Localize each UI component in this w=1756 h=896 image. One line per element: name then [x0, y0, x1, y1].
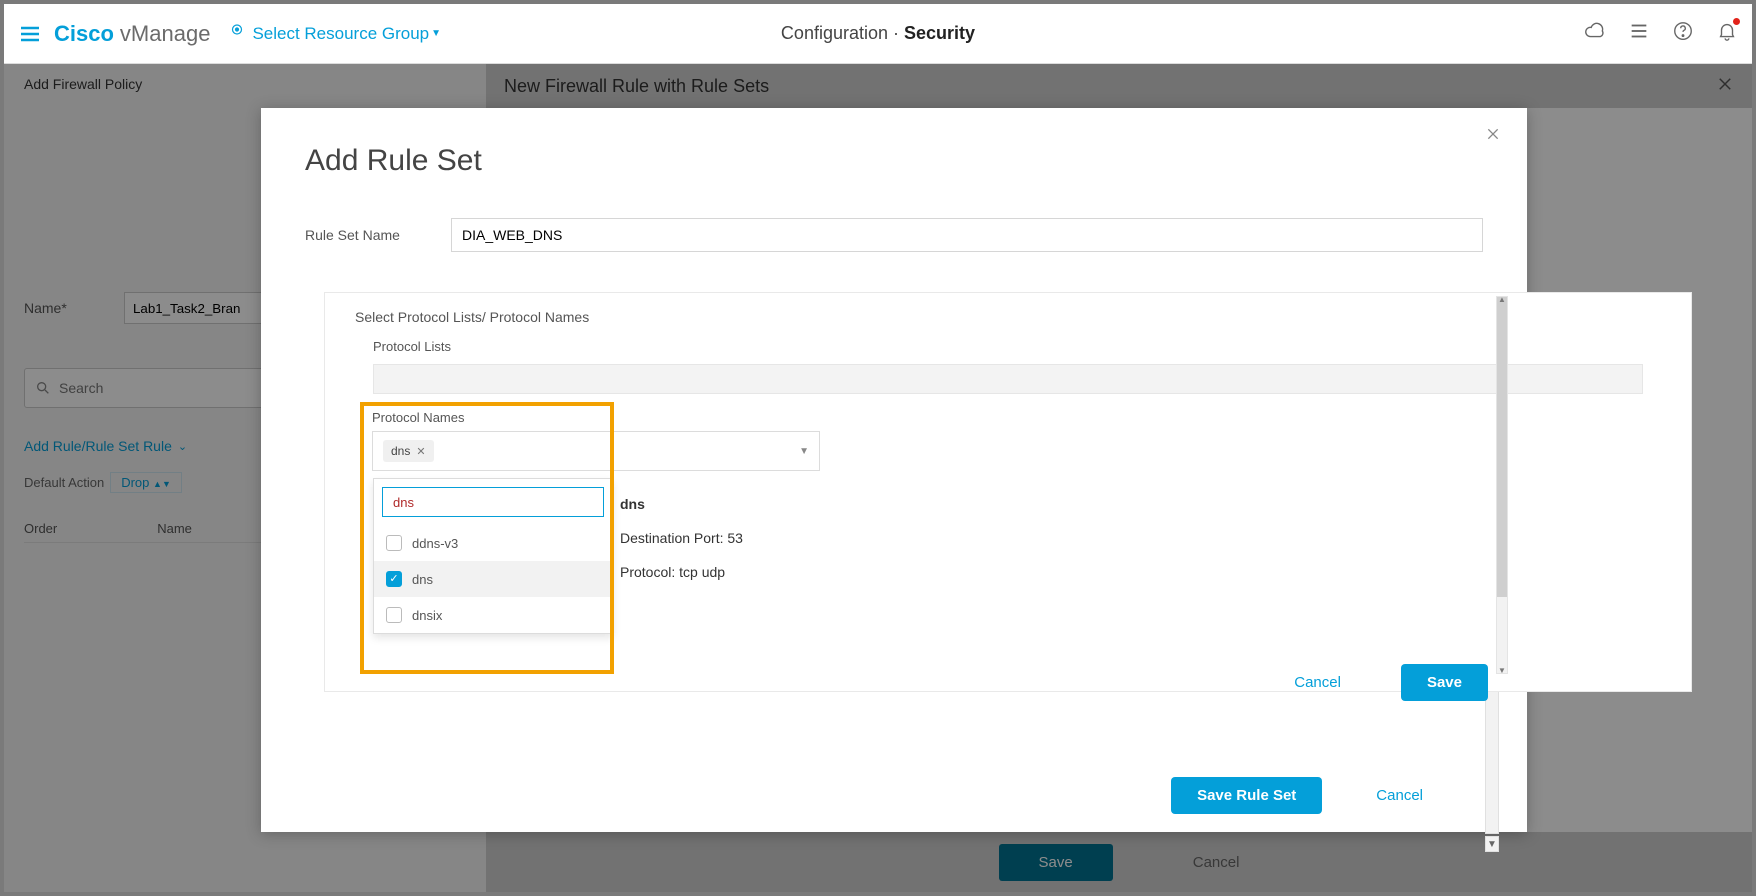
chip-label: dns	[391, 444, 410, 458]
protocol-option[interactable]: dnsix	[374, 597, 612, 633]
breadcrumb: Configuration · Security	[781, 23, 975, 44]
protocol-option[interactable]: dns	[374, 561, 612, 597]
protocol-names-select[interactable]: dns ✕ ▼ ddns-v3 dns	[372, 431, 820, 471]
save-ruleset-button[interactable]: Save Rule Set	[1171, 777, 1322, 814]
bell-icon[interactable]	[1716, 20, 1738, 47]
breadcrumb-sep: ·	[893, 23, 904, 43]
inner-save-button[interactable]: Save	[1401, 664, 1488, 701]
brand-light: vManage	[120, 21, 211, 47]
ruleset-name-label: Rule Set Name	[305, 227, 425, 243]
inner-cancel-button[interactable]: Cancel	[1268, 664, 1367, 701]
resource-group-selector[interactable]: Select Resource Group ▼	[228, 22, 441, 45]
protocol-option[interactable]: ddns-v3	[374, 525, 612, 561]
protocol-names-label: Protocol Names	[372, 410, 820, 425]
hamburger-icon[interactable]	[18, 22, 42, 46]
detail-port-value: 53	[727, 530, 743, 546]
tasks-icon[interactable]	[1628, 20, 1650, 47]
protocol-names-area: Protocol Names dns ✕ ▼ ddns-v3	[372, 410, 820, 471]
checkbox-unchecked[interactable]	[386, 535, 402, 551]
protocol-lists-input[interactable]	[373, 364, 1643, 394]
resource-group-label: Select Resource Group	[252, 24, 429, 44]
detail-port-label: Destination Port:	[620, 530, 724, 546]
detail-name: dns	[620, 496, 840, 512]
caret-down-icon: ▼	[431, 28, 441, 39]
inner-scrollbar[interactable]: ▲ ▼	[1496, 296, 1508, 674]
notification-dot	[1733, 18, 1740, 25]
panel-footer: Cancel Save	[1268, 664, 1488, 701]
breadcrumb-section: Configuration	[781, 23, 888, 43]
protocol-lists-label: Protocol Lists	[325, 333, 1691, 360]
protocol-search-input[interactable]	[391, 494, 595, 511]
cancel-ruleset-button[interactable]: Cancel	[1350, 777, 1449, 814]
scroll-down-icon[interactable]: ▼	[1485, 836, 1499, 852]
help-icon[interactable]	[1672, 20, 1694, 47]
modal-close-icon[interactable]	[1485, 126, 1501, 147]
checkbox-unchecked[interactable]	[386, 607, 402, 623]
protocol-detail: dns Destination Port: 53 Protocol: tcp u…	[620, 496, 840, 598]
protocol-search-row	[382, 487, 604, 517]
pin-icon	[228, 22, 246, 45]
cloud-icon[interactable]	[1584, 20, 1606, 47]
brand-bold: Cisco	[54, 21, 114, 47]
top-bar: Cisco vManage Select Resource Group ▼ Co…	[4, 4, 1752, 64]
protocol-section-header: Select Protocol Lists/ Protocol Names	[325, 293, 1691, 333]
modal-title: Add Rule Set	[305, 144, 1483, 178]
caret-down-icon: ▼	[799, 446, 809, 457]
checkbox-checked[interactable]	[386, 571, 402, 587]
detail-protocol-value: tcp udp	[679, 564, 725, 580]
protocol-chip: dns ✕	[383, 440, 434, 462]
ruleset-name-input[interactable]	[451, 218, 1483, 252]
breadcrumb-current: Security	[904, 23, 975, 43]
protocol-dropdown: ddns-v3 dns dnsix	[373, 478, 613, 634]
detail-protocol-label: Protocol:	[620, 564, 675, 580]
chip-remove-icon[interactable]: ✕	[416, 445, 425, 458]
